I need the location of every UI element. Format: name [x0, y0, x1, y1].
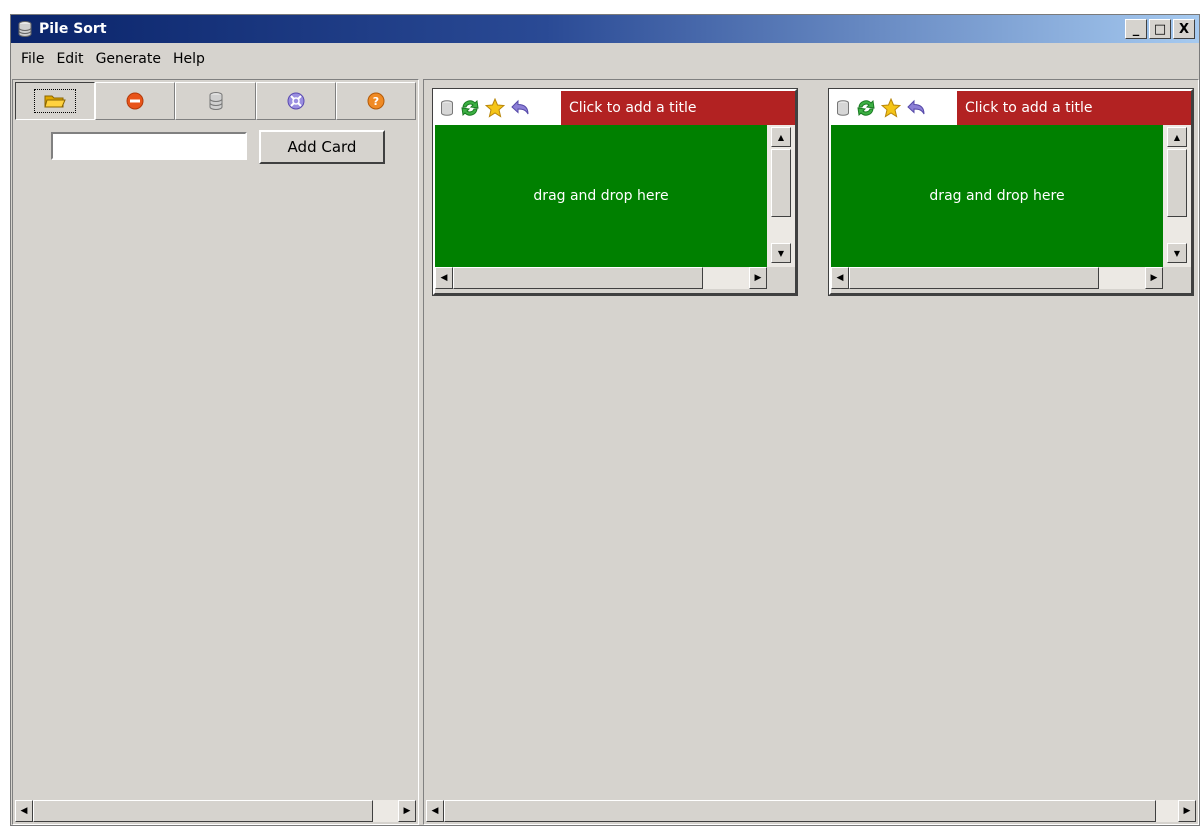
remove-icon — [126, 92, 144, 110]
open-button[interactable] — [15, 82, 96, 120]
scroll-track[interactable] — [703, 267, 749, 289]
scroll-down-arrow-icon[interactable]: ▼ — [771, 243, 791, 263]
undo-icon[interactable] — [509, 98, 531, 118]
pile-drop-zone[interactable]: drag and drop here — [831, 125, 1163, 267]
star-icon[interactable] — [881, 98, 901, 118]
scroll-left-arrow-icon[interactable]: ◀ — [426, 800, 444, 822]
help-button[interactable]: ? — [335, 82, 417, 120]
menu-file[interactable]: File — [15, 51, 50, 67]
pile-card: Click to add a title drag and drop here … — [828, 88, 1194, 296]
database-icon[interactable] — [439, 99, 455, 117]
app-database-icon — [18, 21, 32, 37]
pile-title[interactable]: Click to add a title — [957, 91, 1191, 125]
scroll-track[interactable] — [1156, 800, 1178, 822]
card-name-input[interactable] — [51, 132, 247, 160]
minimize-button[interactable]: _ — [1125, 19, 1147, 39]
scroll-up-arrow-icon[interactable]: ▲ — [1167, 127, 1187, 147]
card-panel: ? Add Card ◀ ▶ — [12, 79, 419, 825]
window-controls: _ □ X — [1125, 19, 1195, 39]
piles-area: Click to add a title drag and drop here … — [423, 79, 1199, 825]
refresh-icon[interactable] — [855, 98, 877, 118]
scroll-right-arrow-icon[interactable]: ▶ — [1178, 800, 1196, 822]
star-icon[interactable] — [485, 98, 505, 118]
menu-edit[interactable]: Edit — [50, 51, 89, 67]
add-card-button[interactable]: Add Card — [259, 130, 385, 164]
pile-header: Click to add a title — [435, 91, 795, 125]
pile-vertical-scrollbar[interactable]: ▲ ▼ — [767, 125, 795, 267]
pile-horizontal-scrollbar[interactable]: ◀ ▶ — [435, 267, 767, 289]
scroll-thumb[interactable] — [444, 800, 1156, 822]
close-button[interactable]: X — [1173, 19, 1195, 39]
database-button[interactable] — [175, 82, 256, 120]
scroll-left-arrow-icon[interactable]: ◀ — [435, 267, 453, 289]
scroll-right-arrow-icon[interactable]: ▶ — [398, 800, 416, 822]
database-icon — [209, 92, 222, 110]
help-icon: ? — [367, 92, 385, 110]
undo-icon[interactable] — [905, 98, 927, 118]
refresh-icon[interactable] — [459, 98, 481, 118]
settings-icon — [287, 92, 305, 110]
focus-indicator — [34, 89, 77, 113]
pile-card: Click to add a title drag and drop here … — [432, 88, 798, 296]
menu-help[interactable]: Help — [167, 51, 211, 67]
window-title: Pile Sort — [39, 21, 107, 37]
scroll-thumb[interactable] — [33, 800, 373, 822]
menu-generate[interactable]: Generate — [90, 51, 167, 67]
scroll-right-arrow-icon[interactable]: ▶ — [1145, 267, 1163, 289]
scroll-thumb[interactable] — [453, 267, 703, 289]
toolbar: ? — [15, 82, 417, 120]
svg-text:?: ? — [373, 95, 379, 108]
menu-bar: File Edit Generate Help — [11, 45, 1199, 73]
scroll-right-arrow-icon[interactable]: ▶ — [749, 267, 767, 289]
scroll-track[interactable] — [1099, 267, 1145, 289]
scroll-left-arrow-icon[interactable]: ◀ — [831, 267, 849, 289]
scroll-thumb[interactable] — [771, 149, 791, 217]
pile-sort-window: Pile Sort _ □ X File Edit Generate Help — [10, 14, 1200, 826]
pile-vertical-scrollbar[interactable]: ▲ ▼ — [1163, 125, 1191, 267]
pile-drop-zone[interactable]: drag and drop here — [435, 125, 767, 267]
pile-tools — [831, 91, 957, 125]
maximize-button[interactable]: □ — [1149, 19, 1171, 39]
title-bar[interactable]: Pile Sort _ □ X — [11, 15, 1199, 43]
pile-title[interactable]: Click to add a title — [561, 91, 795, 125]
remove-button[interactable] — [95, 82, 176, 120]
scroll-left-arrow-icon[interactable]: ◀ — [15, 800, 33, 822]
pile-horizontal-scrollbar[interactable]: ◀ ▶ — [831, 267, 1163, 289]
scroll-track[interactable] — [373, 800, 398, 822]
piles-horizontal-scrollbar[interactable]: ◀ ▶ — [426, 800, 1196, 822]
database-icon[interactable] — [835, 99, 851, 117]
left-horizontal-scrollbar[interactable]: ◀ ▶ — [15, 800, 416, 822]
scroll-up-arrow-icon[interactable]: ▲ — [771, 127, 791, 147]
pile-tools — [435, 91, 561, 125]
pile-header: Click to add a title — [831, 91, 1191, 125]
scroll-down-arrow-icon[interactable]: ▼ — [1167, 243, 1187, 263]
scroll-thumb[interactable] — [1167, 149, 1187, 217]
open-folder-icon — [44, 95, 66, 108]
settings-button[interactable] — [255, 82, 336, 120]
scroll-thumb[interactable] — [849, 267, 1099, 289]
